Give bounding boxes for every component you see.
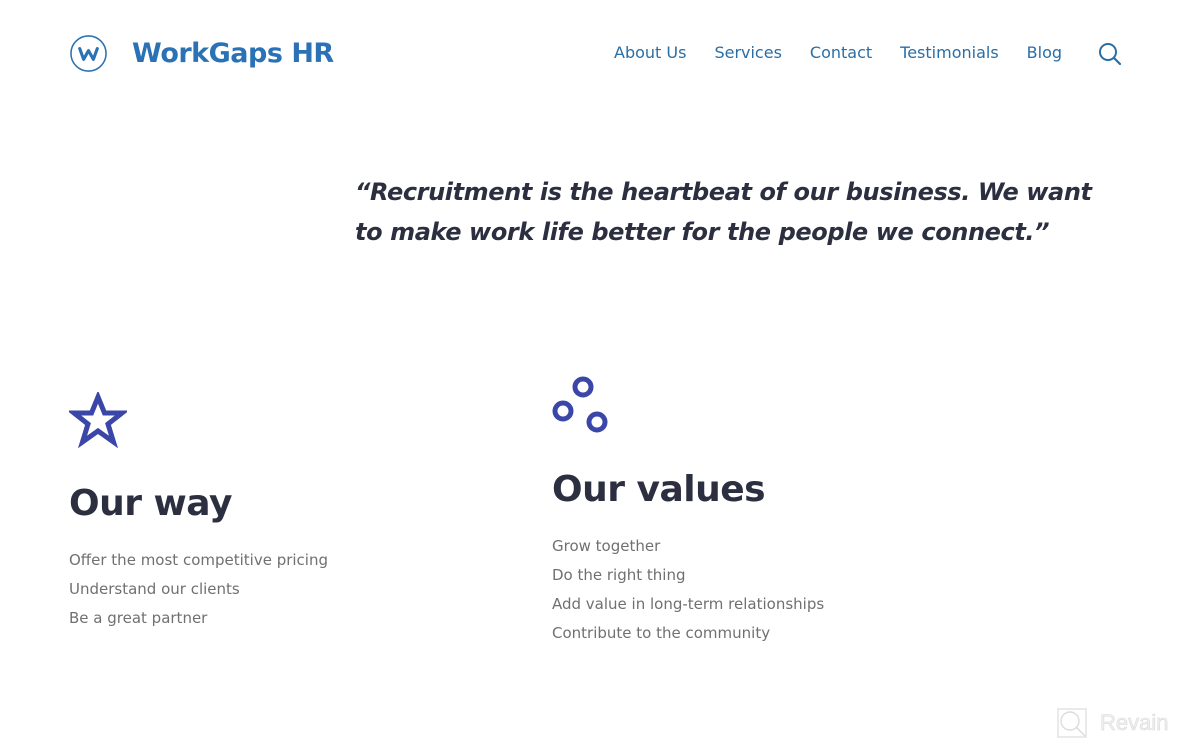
feature-list: Offer the most competitive pricing Under… [69, 546, 328, 633]
nav-testimonials[interactable]: Testimonials [900, 43, 999, 62]
feature-title: Our values [552, 469, 766, 510]
revain-watermark: Revain [1056, 707, 1169, 739]
nav-blog[interactable]: Blog [1027, 43, 1062, 62]
feature-our-way: Our way Offer the most competitive prici… [66, 390, 328, 633]
feature-our-values: Our values Grow together Do the right th… [552, 376, 824, 648]
mission-quote: “Recruitment is the heartbeat of our bus… [355, 178, 1092, 246]
search-icon[interactable] [1097, 41, 1123, 67]
list-item: Contribute to the community [552, 624, 771, 642]
nav-about-us[interactable]: About Us [614, 43, 686, 62]
list-item: Do the right thing [552, 566, 686, 584]
brand-name: WorkGaps HR [132, 38, 334, 69]
list-item: Add value in long-term relationships [552, 595, 825, 613]
list-item: Be a great partner [69, 609, 208, 627]
list-item: Understand our clients [69, 580, 240, 598]
main-nav: About Us Services Contact Testimonials B… [614, 43, 1062, 62]
three-circles-icon [552, 376, 608, 433]
star-outline-icon [66, 390, 130, 449]
brand-logo-link[interactable]: WorkGaps HR [69, 34, 334, 73]
nav-contact[interactable]: Contact [810, 43, 872, 62]
feature-list: Grow together Do the right thing Add val… [552, 532, 824, 648]
revain-logo-icon [1057, 708, 1087, 738]
nav-services[interactable]: Services [714, 43, 781, 62]
w-circle-logo-icon [70, 35, 107, 72]
list-item: Offer the most competitive pricing [69, 551, 328, 569]
revain-watermark-text: Revain [1100, 710, 1169, 736]
feature-title: Our way [69, 483, 232, 524]
site-header: WorkGaps HR About Us Services Contact Te… [0, 0, 1190, 110]
list-item: Grow together [552, 537, 661, 555]
